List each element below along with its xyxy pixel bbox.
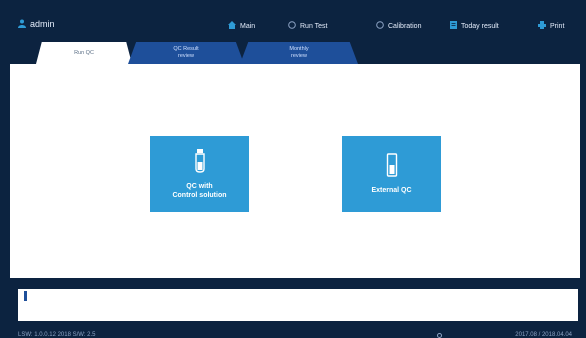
calibration-icon: [376, 21, 384, 31]
nav-today-result-label: Today result: [461, 22, 499, 30]
tab-monthly-label-1: Monthly: [289, 46, 309, 52]
nav-calibration-label: Calibration: [388, 22, 422, 30]
tab-monthly-review[interactable]: Monthly review: [240, 42, 358, 64]
nav-run-test-label: Run Test: [300, 22, 328, 30]
nav-main[interactable]: Main: [228, 19, 255, 33]
home-icon: [228, 21, 236, 31]
qc-control-solution-button[interactable]: QC with Control solution: [150, 136, 249, 212]
external-qc-button[interactable]: External QC: [342, 136, 441, 212]
external-qc-label: External QC: [371, 187, 412, 194]
run-test-icon: [288, 21, 296, 31]
today-result-icon: [450, 21, 457, 31]
tab-qc-result-label-2: review: [178, 53, 194, 59]
tab-bar: Run QC QC Result review Monthly review: [10, 40, 580, 64]
status-bar: LSW: 1.0.0.12 2018 S/W: 2.5 2017.08 / 20…: [10, 322, 580, 338]
divider-bar: [10, 278, 580, 288]
top-bar: admin Main Run Test Calibration Today re…: [10, 10, 580, 40]
tab-monthly-label-2: review: [291, 53, 307, 59]
control-solution-vial-icon: [194, 148, 206, 182]
nav-print-label: Print: [550, 22, 565, 30]
user-icon: [18, 19, 26, 30]
tab-run-qc[interactable]: Run QC: [36, 42, 132, 64]
tab-run-qc-label: Run QC: [74, 49, 94, 56]
version-info: LSW: 1.0.0.12 2018 S/W: 2.5: [18, 332, 96, 338]
nav-main-label: Main: [240, 22, 256, 30]
main-panel: QC with Control solution External QC: [10, 64, 580, 278]
text-cursor: [24, 291, 27, 301]
status-indicator-icon: [437, 333, 442, 338]
barcode-input-area[interactable]: [18, 289, 578, 321]
nav-print[interactable]: Print: [538, 19, 564, 33]
print-icon: [538, 21, 546, 31]
nav-today-result[interactable]: Today result: [450, 19, 499, 33]
user-name: admin: [30, 19, 55, 29]
nav-run-test[interactable]: Run Test: [288, 19, 328, 33]
nav-calibration[interactable]: Calibration: [376, 19, 421, 33]
qc-control-solution-label-2: Control solution: [172, 191, 227, 199]
external-qc-cartridge-icon: [386, 153, 398, 186]
tab-qc-result-label-1: QC Result: [173, 46, 199, 52]
tab-qc-result-review[interactable]: QC Result review: [128, 42, 244, 64]
user-indicator[interactable]: admin: [18, 17, 55, 31]
qc-control-solution-label-1: QC with: [186, 182, 213, 190]
date-info: 2017.08 / 2018.04.04: [515, 332, 572, 338]
